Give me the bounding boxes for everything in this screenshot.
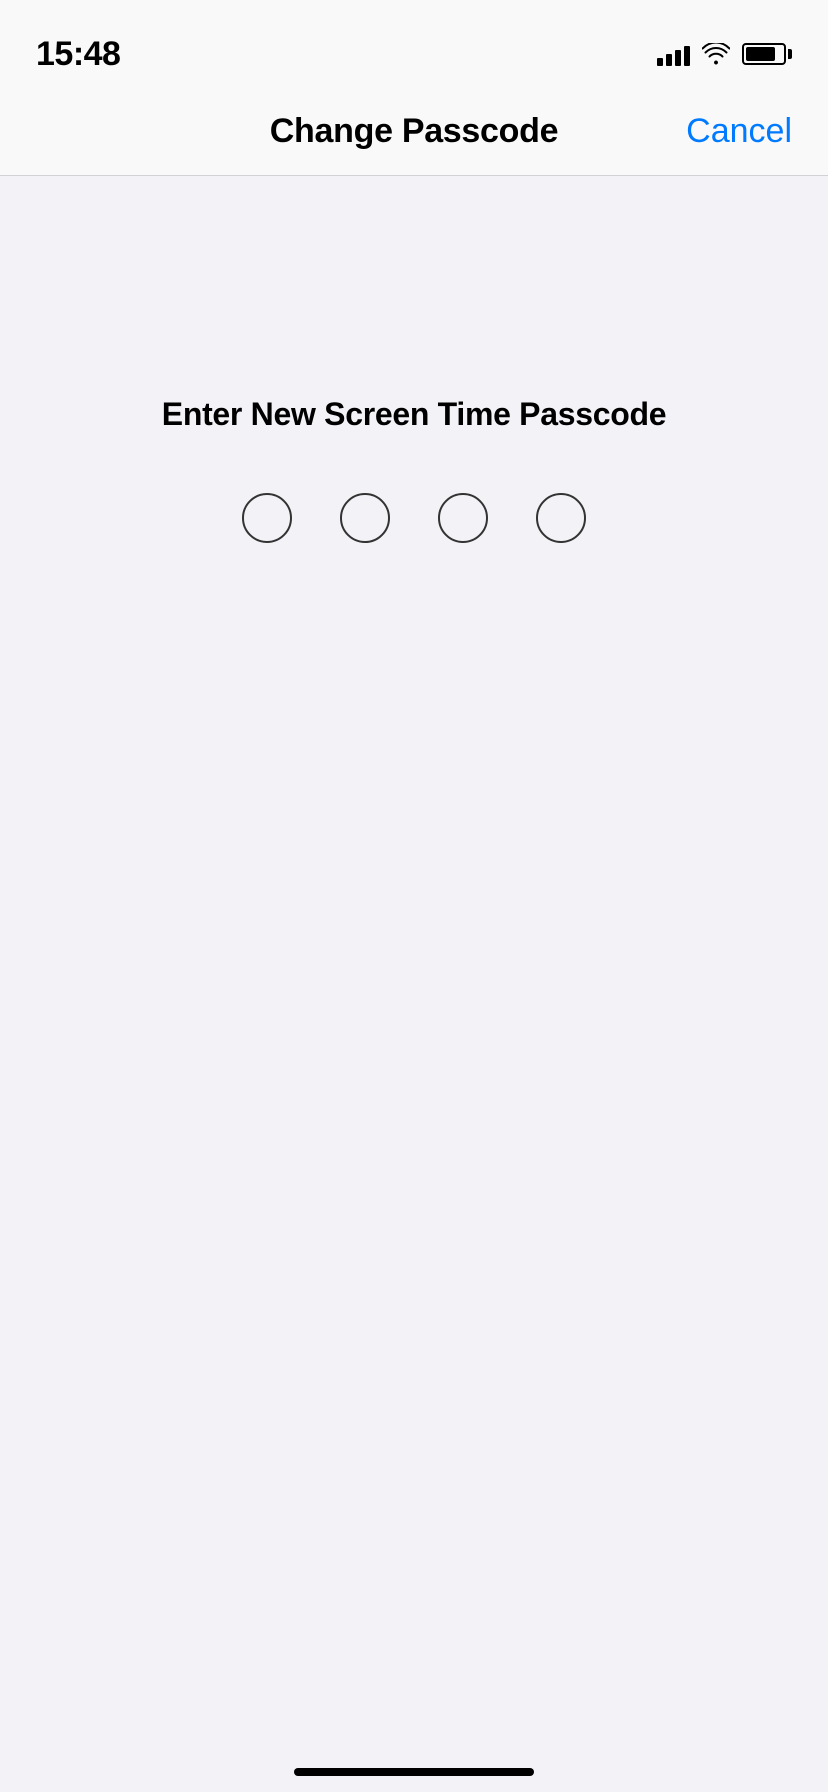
nav-bar: Change Passcode Cancel bbox=[0, 88, 828, 176]
passcode-dots bbox=[242, 493, 586, 543]
nav-title: Change Passcode bbox=[270, 112, 558, 151]
passcode-prompt: Enter New Screen Time Passcode bbox=[162, 396, 666, 433]
wifi-icon bbox=[702, 43, 730, 65]
battery-icon bbox=[742, 43, 792, 65]
battery-tip bbox=[788, 49, 792, 59]
signal-bar-1 bbox=[657, 58, 663, 66]
status-time: 15:48 bbox=[36, 35, 120, 74]
battery-fill bbox=[746, 47, 775, 61]
signal-bar-4 bbox=[684, 46, 690, 66]
passcode-dot-1 bbox=[242, 493, 292, 543]
home-indicator bbox=[294, 1768, 534, 1776]
status-icons bbox=[657, 42, 792, 66]
signal-bars-icon bbox=[657, 42, 690, 66]
passcode-dot-3 bbox=[438, 493, 488, 543]
status-bar: 15:48 bbox=[0, 0, 828, 88]
signal-bar-3 bbox=[675, 50, 681, 66]
passcode-dot-2 bbox=[340, 493, 390, 543]
signal-bar-2 bbox=[666, 54, 672, 66]
passcode-dot-4 bbox=[536, 493, 586, 543]
main-content: Enter New Screen Time Passcode bbox=[0, 176, 828, 1792]
cancel-button[interactable]: Cancel bbox=[686, 112, 792, 151]
